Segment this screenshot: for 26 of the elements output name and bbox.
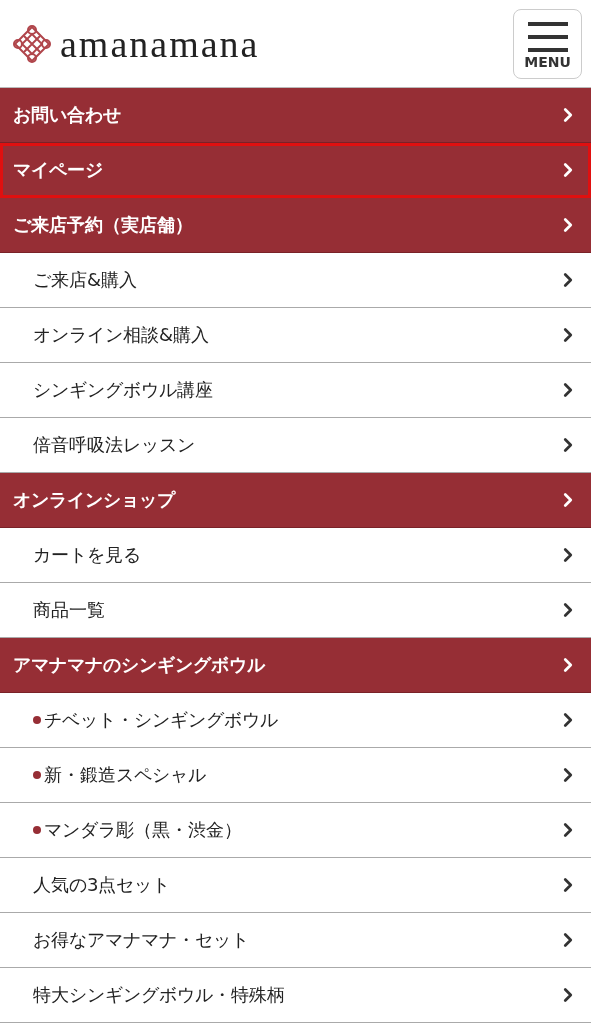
menu-item-label: マンダラ彫（黒・渋金）	[44, 818, 242, 842]
menu-item-label: チベット・シンギングボウル	[44, 708, 278, 732]
menu-item-label: 新・鍛造スペシャル	[44, 763, 206, 787]
menu-item-label: シンギングボウル講座	[33, 378, 213, 402]
menu-item-label: ご来店&購入	[33, 268, 138, 292]
menu-item-label: マイページ	[13, 158, 103, 182]
menu-item-label: お問い合わせ	[13, 103, 121, 127]
menu-item-label: カートを見る	[33, 543, 141, 567]
menu-item-label: 倍音呼吸法レッスン	[33, 433, 195, 457]
menu-button[interactable]: MENU	[513, 8, 582, 79]
menu-item-label: オンライン相談&購入	[33, 323, 210, 347]
menu-section-item[interactable]: オンラインショップ	[0, 473, 591, 528]
menu-item-label: 特大シンギングボウル・特殊柄	[33, 983, 285, 1007]
logo-text: amanamana	[60, 24, 260, 63]
menu-item-label: ご来店予約（実店舗）	[13, 213, 193, 237]
menu-section-item[interactable]: マイページ	[0, 143, 591, 198]
menu-item-label: 人気の3点セット	[33, 873, 171, 897]
menu-section-item[interactable]: お問い合わせ	[0, 88, 591, 143]
menu-icon	[525, 19, 570, 54]
menu-section-item[interactable]: ご来店予約（実店舗）	[0, 198, 591, 253]
menu-item-label: 商品一覧	[33, 598, 105, 622]
menu-item-label: お得なアマナマナ・セット	[33, 928, 249, 952]
menu-item-label: オンラインショップ	[13, 488, 175, 512]
knot-logo-icon	[12, 23, 52, 64]
menu-item-label: アマナマナのシンギングボウル	[13, 653, 265, 677]
menu-section-item[interactable]: アマナマナのシンギングボウル	[0, 638, 591, 693]
